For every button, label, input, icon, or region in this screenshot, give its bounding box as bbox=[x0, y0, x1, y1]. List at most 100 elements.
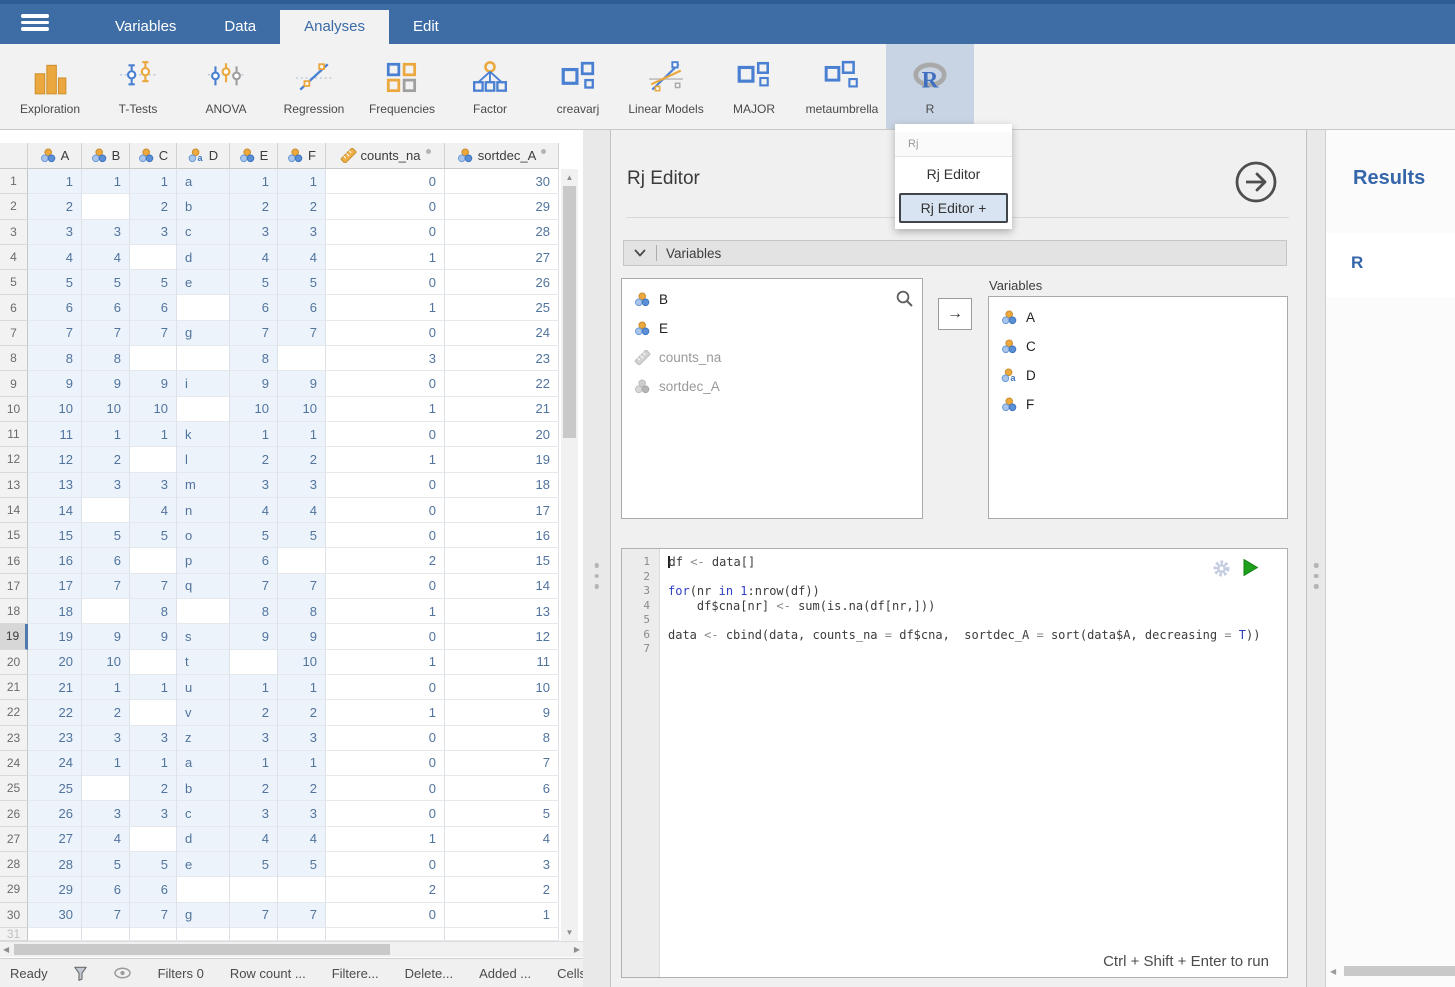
row-header[interactable]: 18 bbox=[0, 599, 28, 624]
column-header-E[interactable]: E bbox=[230, 143, 278, 169]
cell[interactable]: 11 bbox=[28, 422, 82, 447]
scroll-up-icon[interactable]: ▲ bbox=[561, 173, 578, 182]
search-icon[interactable] bbox=[895, 289, 914, 313]
cell[interactable]: 4 bbox=[278, 498, 326, 523]
cell[interactable]: 6 bbox=[130, 295, 177, 320]
cell[interactable] bbox=[445, 928, 559, 941]
row-header[interactable]: 31 bbox=[0, 928, 28, 941]
cell[interactable]: p bbox=[177, 548, 230, 573]
cell[interactable]: o bbox=[177, 523, 230, 548]
cell[interactable]: 4 bbox=[278, 245, 326, 270]
vertical-scrollbar[interactable]: ▲ ▼ bbox=[561, 169, 578, 941]
cell[interactable]: 3 bbox=[230, 726, 278, 751]
row-header[interactable]: 29 bbox=[0, 877, 28, 902]
cell[interactable]: 6 bbox=[82, 548, 130, 573]
cell[interactable]: 4 bbox=[445, 827, 559, 852]
cell[interactable]: 9 bbox=[278, 624, 326, 649]
cell[interactable]: 7 bbox=[82, 903, 130, 928]
cell[interactable]: 1 bbox=[230, 422, 278, 447]
cell[interactable]: 1 bbox=[130, 675, 177, 700]
cell[interactable]: 1 bbox=[326, 295, 445, 320]
cell[interactable] bbox=[278, 548, 326, 573]
cell[interactable] bbox=[177, 877, 230, 902]
cell[interactable]: 18 bbox=[445, 473, 559, 498]
cell[interactable]: e bbox=[177, 270, 230, 295]
cell[interactable]: 9 bbox=[82, 371, 130, 396]
cell[interactable]: 2 bbox=[130, 776, 177, 801]
cell[interactable]: 8 bbox=[278, 599, 326, 624]
cell[interactable]: 7 bbox=[82, 574, 130, 599]
cell[interactable]: 2 bbox=[82, 700, 130, 725]
variable-item-D[interactable]: aD bbox=[989, 361, 1287, 390]
cell[interactable]: 4 bbox=[82, 827, 130, 852]
cell[interactable]: 1 bbox=[278, 169, 326, 194]
cell[interactable]: 7 bbox=[230, 321, 278, 346]
cell[interactable]: 2 bbox=[278, 447, 326, 472]
cell[interactable]: 30 bbox=[445, 169, 559, 194]
cell[interactable]: 0 bbox=[326, 675, 445, 700]
cell[interactable]: 3 bbox=[130, 801, 177, 826]
row-header[interactable]: 3 bbox=[0, 220, 28, 245]
cell[interactable]: 1 bbox=[326, 447, 445, 472]
panel-splitter-left[interactable] bbox=[583, 130, 610, 987]
tab-edit[interactable]: Edit bbox=[389, 10, 463, 44]
row-header[interactable]: 13 bbox=[0, 473, 28, 498]
row-header[interactable]: 9 bbox=[0, 371, 28, 396]
cell[interactable]: q bbox=[177, 574, 230, 599]
cell[interactable]: 7 bbox=[230, 574, 278, 599]
cell[interactable]: 21 bbox=[28, 675, 82, 700]
select-all-corner[interactable] bbox=[0, 143, 28, 169]
cell[interactable] bbox=[82, 194, 130, 219]
cell[interactable]: 7 bbox=[278, 321, 326, 346]
tab-data[interactable]: Data bbox=[200, 10, 280, 44]
cell[interactable]: c bbox=[177, 801, 230, 826]
cell[interactable]: 6 bbox=[278, 295, 326, 320]
cell[interactable]: 13 bbox=[445, 599, 559, 624]
row-header[interactable]: 30 bbox=[0, 903, 28, 928]
cell[interactable]: c bbox=[177, 220, 230, 245]
cell[interactable]: 3 bbox=[278, 473, 326, 498]
cell[interactable]: 30 bbox=[28, 903, 82, 928]
cell[interactable] bbox=[28, 928, 82, 941]
scroll-down-icon[interactable]: ▼ bbox=[561, 928, 578, 937]
cell[interactable]: 10 bbox=[278, 397, 326, 422]
cell[interactable] bbox=[130, 548, 177, 573]
cell[interactable]: 1 bbox=[230, 751, 278, 776]
gear-icon[interactable] bbox=[1212, 559, 1231, 583]
cell[interactable]: 20 bbox=[445, 422, 559, 447]
cell[interactable]: 4 bbox=[230, 827, 278, 852]
cell[interactable]: 8 bbox=[130, 599, 177, 624]
row-header[interactable]: 12 bbox=[0, 447, 28, 472]
code-editor-text[interactable]: df <- data[]for(nr in 1:nrow(df)) df$cna… bbox=[668, 555, 1281, 947]
cell[interactable]: 10 bbox=[445, 675, 559, 700]
cell[interactable]: 28 bbox=[445, 220, 559, 245]
drag-handle-icon[interactable] bbox=[594, 563, 599, 589]
cell[interactable]: 10 bbox=[278, 650, 326, 675]
cell[interactable]: 27 bbox=[28, 827, 82, 852]
cell[interactable]: 10 bbox=[130, 397, 177, 422]
row-header[interactable]: 7 bbox=[0, 321, 28, 346]
cell[interactable]: 8 bbox=[28, 346, 82, 371]
cell[interactable]: 5 bbox=[28, 270, 82, 295]
cell[interactable]: 4 bbox=[130, 498, 177, 523]
cell[interactable]: 5 bbox=[230, 852, 278, 877]
cell[interactable]: 14 bbox=[28, 498, 82, 523]
cell[interactable]: s bbox=[177, 624, 230, 649]
cell[interactable]: 23 bbox=[445, 346, 559, 371]
cell[interactable]: 19 bbox=[445, 447, 559, 472]
cell[interactable]: 0 bbox=[326, 371, 445, 396]
ribbon-item-r[interactable]: RR bbox=[886, 44, 974, 129]
cell[interactable]: 4 bbox=[230, 245, 278, 270]
cell[interactable] bbox=[130, 245, 177, 270]
cell[interactable]: 7 bbox=[130, 574, 177, 599]
horizontal-scrollbar[interactable]: ◀ ▶ bbox=[0, 941, 583, 957]
cell[interactable]: 12 bbox=[28, 447, 82, 472]
cell[interactable]: 25 bbox=[28, 776, 82, 801]
cell[interactable]: 6 bbox=[230, 548, 278, 573]
cell[interactable]: 29 bbox=[445, 194, 559, 219]
cell[interactable]: 3 bbox=[130, 220, 177, 245]
cell[interactable]: 0 bbox=[326, 726, 445, 751]
cell[interactable] bbox=[230, 928, 278, 941]
cell[interactable]: 1 bbox=[28, 169, 82, 194]
menu-item-rj-editor-[interactable]: Rj Editor + bbox=[899, 193, 1008, 223]
